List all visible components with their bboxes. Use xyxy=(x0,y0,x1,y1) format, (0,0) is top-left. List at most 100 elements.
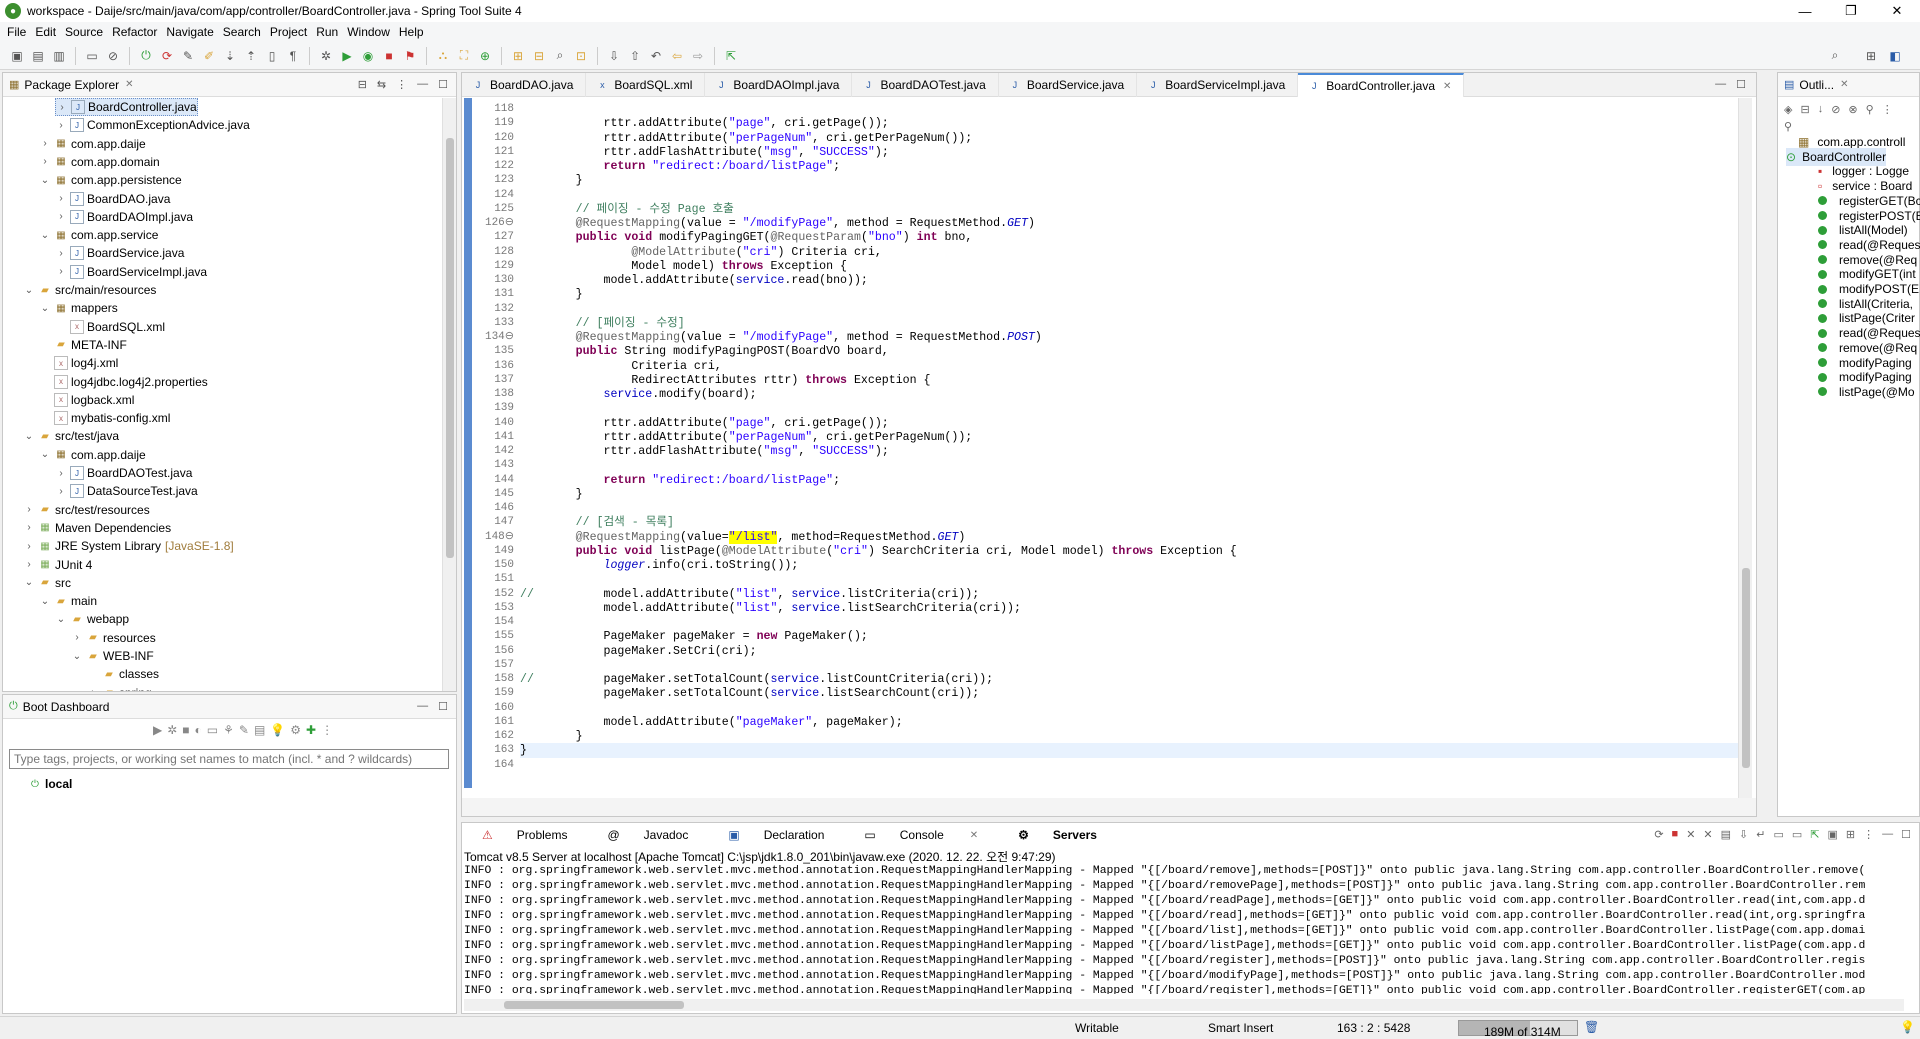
tree-item[interactable]: ⌄ ▦ com.app.persistence xyxy=(39,171,182,189)
terminate-icon[interactable]: ■ xyxy=(1672,828,1679,841)
forward-icon[interactable]: ⇨ xyxy=(689,47,707,65)
prev-edit-icon[interactable]: ⇧ xyxy=(626,47,644,65)
menu-project[interactable]: Project xyxy=(269,25,315,39)
boot-restart-icon[interactable]: ⟳ xyxy=(158,47,176,65)
hide-static-icon[interactable]: ⊘ xyxy=(1831,103,1840,116)
tree-item[interactable]: › ▦ Maven Dependencies xyxy=(23,519,171,537)
debug-icon[interactable]: ✲ xyxy=(167,723,177,737)
new-icon[interactable]: ▣ xyxy=(8,47,26,65)
collapse-icon[interactable]: › xyxy=(39,156,51,167)
collapse-icon[interactable]: › xyxy=(87,687,99,691)
highlight-icon[interactable]: ✐ xyxy=(200,47,218,65)
tab-console[interactable]: ▭ Console ✕ xyxy=(844,828,998,842)
tip-icon[interactable]: 💡 xyxy=(1900,1020,1915,1034)
boot-dashboard-title[interactable]: Boot Dashboard xyxy=(23,700,110,714)
global-search-icon[interactable]: ⌕ xyxy=(1826,47,1844,65)
outline-item[interactable]: listPage(@Mo xyxy=(1818,383,1915,401)
tree-item[interactable]: › J BoardService.java xyxy=(55,244,184,262)
maximize-icon[interactable]: ☐ xyxy=(438,78,448,91)
menu-source[interactable]: Source xyxy=(64,25,111,39)
new-class-icon[interactable]: ⊕ xyxy=(476,47,494,65)
toggle-mark-icon[interactable]: ✎ xyxy=(179,47,197,65)
tree-item[interactable]: › ▦ JUnit 4 xyxy=(23,556,92,574)
editor-tab[interactable]: J BoardServiceImpl.java xyxy=(1137,73,1299,97)
java-perspective-icon[interactable]: ◧ xyxy=(1886,47,1904,65)
prev-annotation-icon[interactable]: ⇡ xyxy=(242,47,260,65)
tree-item[interactable]: ⌄ ▰ webapp xyxy=(55,610,129,628)
collapse-icon[interactable]: › xyxy=(55,211,67,222)
console-horizontal-scrollbar[interactable] xyxy=(464,999,1904,1011)
expand-icon[interactable]: ⌄ xyxy=(39,303,51,314)
expand-icon[interactable]: ⌄ xyxy=(39,449,51,460)
expand-icon[interactable]: ⌄ xyxy=(23,577,35,588)
tree-item[interactable]: › J BoardDAOTest.java xyxy=(55,464,192,482)
hide-local-types-icon[interactable]: ⚲ xyxy=(1866,103,1874,116)
collapse-icon[interactable]: › xyxy=(23,504,35,515)
link-icon[interactable]: ⚘ xyxy=(223,723,234,737)
collapse-all-icon[interactable]: ⊟ xyxy=(358,78,367,91)
collapse-icon[interactable]: › xyxy=(55,120,67,131)
collapse-icon[interactable]: › xyxy=(55,468,67,479)
tree-item[interactable]: › ▦ com.app.daije xyxy=(39,135,145,153)
editor-tab[interactable]: J BoardDAO.java xyxy=(462,73,587,97)
maximize-button[interactable]: ❐ xyxy=(1828,0,1874,22)
pin-icon[interactable]: ▯ xyxy=(263,47,281,65)
remove-all-icon[interactable]: ✕ xyxy=(1703,828,1712,841)
tree-item[interactable]: › J DataSourceTest.java xyxy=(55,482,198,500)
expand-icon[interactable]: ⌄ xyxy=(23,285,35,296)
menu-edit[interactable]: Edit xyxy=(34,25,64,39)
save-all-icon[interactable]: ▥ xyxy=(50,47,68,65)
collapse-icon[interactable]: › xyxy=(55,486,67,497)
tree-item[interactable]: › ▰ src/test/resources xyxy=(23,501,149,519)
tree-item[interactable]: › J BoardController.java xyxy=(55,98,198,116)
tree-item[interactable]: ⌄ ▰ src xyxy=(23,574,71,592)
filter-icon[interactable]: ⚙ xyxy=(290,723,301,737)
collapse-icon[interactable]: › xyxy=(23,559,35,570)
start-icon[interactable]: ▶ xyxy=(153,723,162,737)
close-icon[interactable]: ✕ xyxy=(125,79,133,90)
expand-icon[interactable]: ⌄ xyxy=(39,175,51,186)
external-tools-icon[interactable]: ⚑ xyxy=(401,47,419,65)
tree-item[interactable]: ›▰spring xyxy=(87,684,151,691)
open-folder-icon[interactable]: ⊟ xyxy=(530,47,548,65)
stop-icon[interactable]: ■ xyxy=(182,723,189,737)
package-explorer-scrollbar[interactable] xyxy=(442,98,456,691)
tree-item[interactable]: x logback.xml xyxy=(39,391,134,409)
tab-declaration[interactable]: ▣ Declaration xyxy=(708,828,844,842)
stop-icon[interactable]: ■ xyxy=(380,47,398,65)
boot-dashboard-search-input[interactable] xyxy=(9,749,449,769)
editor-tab[interactable]: J BoardService.java xyxy=(999,73,1138,97)
clear-console-icon[interactable]: ▤ xyxy=(1721,828,1731,841)
restart-icon[interactable]: ⟳ xyxy=(1654,828,1663,841)
collapse-icon[interactable]: › xyxy=(71,632,83,643)
tree-item[interactable]: x log4j.xml xyxy=(39,354,118,372)
editor-tab[interactable]: x BoardSQL.xml xyxy=(586,73,706,97)
expand-icon[interactable]: ⌄ xyxy=(71,651,83,662)
link-editor-icon[interactable]: ⚲ xyxy=(1784,120,1792,133)
editor-horizontal-scrollbar[interactable] xyxy=(462,798,1756,816)
tree-item[interactable]: › ▦ JRE System Library [JavaSE-1.8] xyxy=(23,537,233,555)
window-icon[interactable]: ▤ xyxy=(254,723,265,737)
pin-editor-icon[interactable]: ⇱ xyxy=(722,47,740,65)
tree-item[interactable]: ⌄ ▦ com.app.service xyxy=(39,226,159,244)
new-java-project-icon[interactable]: ⛬ xyxy=(434,47,452,65)
scroll-lock-icon[interactable]: ⇩ xyxy=(1739,828,1748,841)
collapse-icon[interactable]: › xyxy=(23,522,35,533)
tree-item[interactable]: ⌄ ▦ mappers xyxy=(39,299,118,317)
tree-item[interactable]: x log4jdbc.log4j2.properties xyxy=(39,373,208,391)
expand-icon[interactable]: ⌄ xyxy=(39,596,51,607)
close-icon[interactable]: ✕ xyxy=(1840,79,1848,90)
show-whitespace-icon[interactable]: ¶ xyxy=(284,47,302,65)
restart-icon[interactable]: ◐ xyxy=(195,723,202,737)
search-tool-icon[interactable]: ⌕ xyxy=(551,47,569,65)
editor-vertical-scrollbar[interactable] xyxy=(1738,98,1752,798)
minimize-icon[interactable]: — xyxy=(417,78,428,91)
menu-window[interactable]: Window xyxy=(346,25,398,39)
tree-item[interactable]: ⌄ ▰ src/main/resources xyxy=(23,281,157,299)
minimize-icon[interactable]: — xyxy=(1882,828,1893,841)
view-menu-icon[interactable]: ⋮ xyxy=(1863,828,1874,841)
remove-launch-icon[interactable]: ✕ xyxy=(1686,828,1695,841)
editor-tab[interactable]: J BoardDAOTest.java xyxy=(852,73,999,97)
next-edit-icon[interactable]: ⇩ xyxy=(605,47,623,65)
skip-breakpoints-icon[interactable]: ⊘ xyxy=(104,47,122,65)
